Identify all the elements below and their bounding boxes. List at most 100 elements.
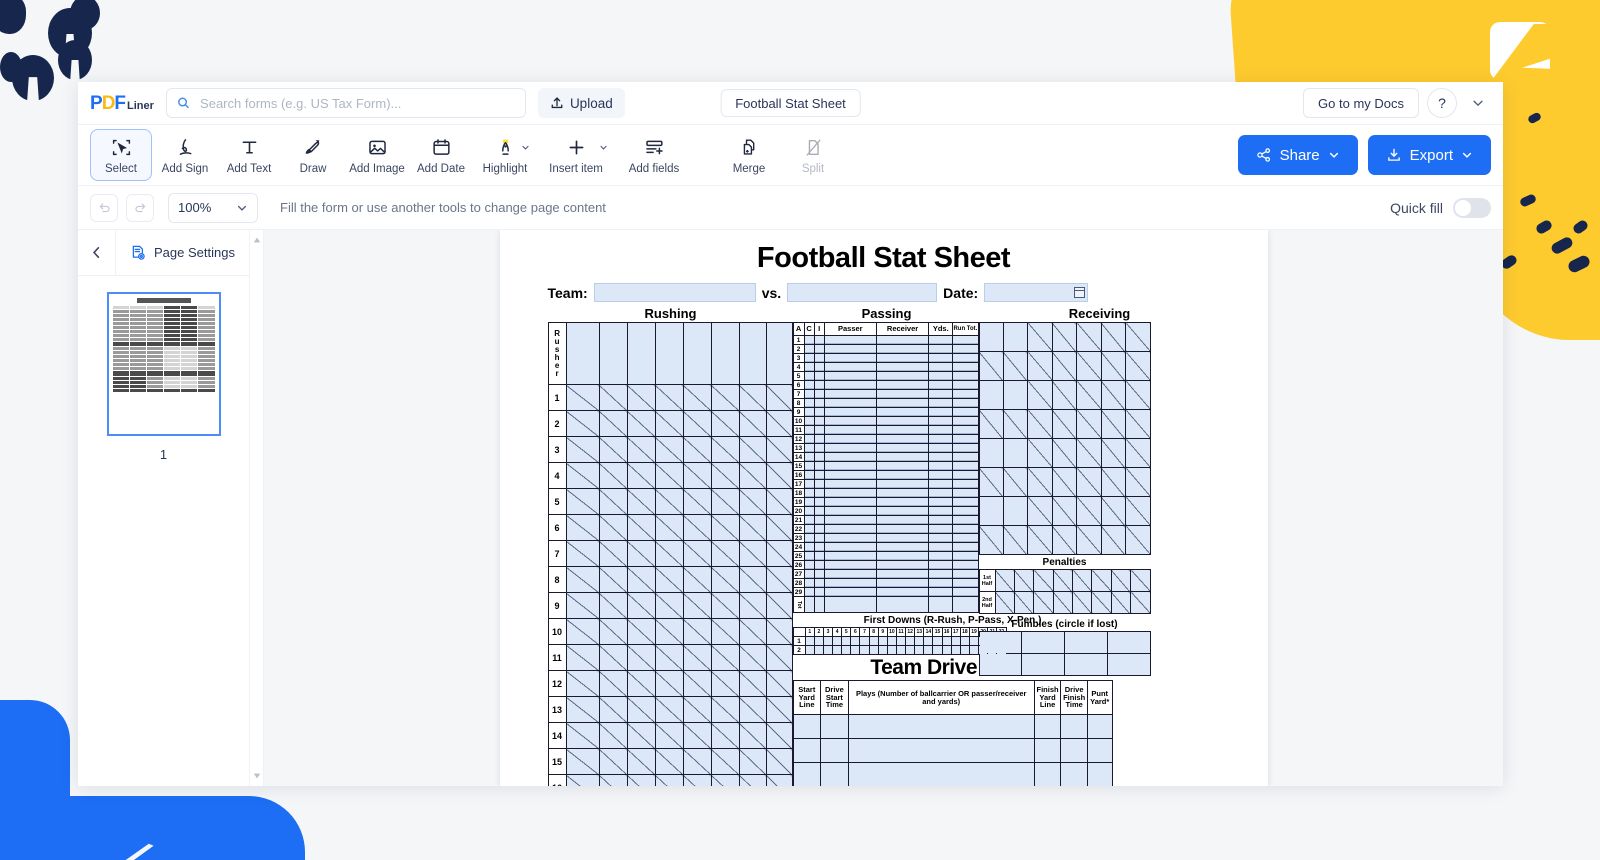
fumbles-cell[interactable]	[1106, 631, 1151, 654]
passing-cell[interactable]	[875, 587, 930, 597]
share-button[interactable]: Share	[1237, 135, 1358, 175]
table-row[interactable]: 1st Half	[978, 569, 1151, 592]
rushing-cell[interactable]	[654, 488, 684, 515]
penalties-cell[interactable]	[1033, 591, 1054, 614]
table-row[interactable]	[978, 438, 1151, 468]
passing-cell[interactable]	[823, 416, 877, 426]
rushing-cell[interactable]	[710, 566, 740, 593]
passing-cell[interactable]	[803, 587, 815, 597]
rushing-cell[interactable]	[654, 774, 684, 786]
rushing-cell[interactable]	[738, 384, 767, 411]
passing-cell[interactable]	[823, 506, 877, 516]
passing-cell[interactable]	[875, 380, 930, 390]
rushing-cell[interactable]	[710, 436, 740, 463]
rushing-cell[interactable]	[654, 644, 684, 671]
drive-chart-cell[interactable]	[1033, 762, 1062, 786]
receiving-cell[interactable]	[978, 322, 1004, 352]
rushing-header-cell[interactable]	[654, 322, 684, 385]
passing-cell[interactable]	[952, 335, 979, 345]
table-row[interactable]: 3	[547, 436, 793, 463]
receiving-cell[interactable]	[1100, 496, 1127, 526]
first-downs-cell[interactable]	[959, 645, 970, 655]
passing-cell[interactable]	[823, 533, 877, 543]
passing-cell[interactable]	[803, 434, 815, 444]
passing-cell[interactable]	[813, 560, 825, 570]
receiving-cell[interactable]	[1100, 409, 1127, 439]
table-row[interactable]: 26	[792, 560, 979, 570]
table-row[interactable]: 8	[792, 398, 979, 408]
passing-cell[interactable]	[928, 434, 954, 444]
receiving-cell[interactable]	[978, 496, 1004, 526]
passing-cell[interactable]	[928, 470, 954, 480]
receiving-cell[interactable]	[1076, 467, 1102, 497]
rushing-header-cell[interactable]	[738, 322, 767, 385]
penalties-cell[interactable]	[1130, 569, 1151, 592]
passing-cell[interactable]	[875, 578, 930, 588]
table-row[interactable]	[978, 409, 1151, 439]
passing-cell[interactable]	[823, 398, 877, 408]
passing-cell[interactable]	[875, 353, 930, 363]
passing-cell[interactable]	[875, 335, 930, 345]
receiving-cell[interactable]	[1002, 380, 1029, 410]
rushing-cell[interactable]	[738, 618, 767, 645]
rushing-cell[interactable]	[565, 592, 600, 619]
rushing-cell[interactable]	[710, 384, 740, 411]
passing-cell[interactable]	[823, 344, 877, 354]
rushing-cell[interactable]	[682, 436, 712, 463]
drive-chart-cell[interactable]	[820, 762, 849, 786]
passing-cell[interactable]	[875, 425, 930, 435]
passing-cell[interactable]	[928, 398, 954, 408]
passing-cell[interactable]	[875, 416, 930, 426]
passing-cell[interactable]	[803, 488, 815, 498]
passing-cell[interactable]	[803, 569, 815, 579]
passing-cell[interactable]	[928, 551, 954, 561]
penalties-cell[interactable]	[1033, 569, 1054, 592]
rushing-cell[interactable]	[565, 618, 600, 645]
rushing-cell[interactable]	[738, 670, 767, 697]
passing-cell[interactable]	[823, 335, 877, 345]
receiving-cell[interactable]	[1076, 322, 1102, 352]
passing-cell[interactable]	[813, 578, 825, 588]
penalties-cell[interactable]	[1130, 591, 1151, 614]
receiving-cell[interactable]	[1125, 322, 1151, 352]
table-row[interactable]	[978, 631, 1151, 654]
passing-total-cell[interactable]	[875, 596, 930, 613]
table-row[interactable]: 4	[792, 362, 979, 372]
rushing-cell[interactable]	[682, 696, 712, 723]
first-downs-cell[interactable]	[868, 645, 879, 655]
passing-cell[interactable]	[952, 470, 979, 480]
first-downs-cell[interactable]	[822, 636, 834, 646]
receiving-cell[interactable]	[1076, 525, 1102, 555]
passing-cell[interactable]	[875, 443, 930, 453]
drive-chart-cell[interactable]	[1086, 714, 1113, 739]
table-row[interactable]: 2	[547, 410, 793, 437]
rushing-cell[interactable]	[738, 514, 767, 541]
passing-cell[interactable]	[813, 587, 825, 597]
passing-total-cell[interactable]	[803, 596, 815, 613]
rushing-cell[interactable]	[765, 384, 793, 411]
rushing-cell[interactable]	[682, 644, 712, 671]
rushing-cell[interactable]	[565, 644, 600, 671]
table-row[interactable]: 4	[547, 462, 793, 489]
rushing-table[interactable]: Rusher 1 2 3 4 5 6 7 8 9 10 11 12 13 14 …	[547, 322, 793, 786]
rushing-cell[interactable]	[598, 436, 628, 463]
rushing-cell[interactable]	[626, 540, 656, 567]
passing-cell[interactable]	[928, 380, 954, 390]
receiving-cell[interactable]	[1027, 322, 1053, 352]
rushing-cell[interactable]	[710, 644, 740, 671]
table-row[interactable]: 14	[547, 722, 793, 749]
rushing-cell[interactable]	[565, 696, 600, 723]
fumbles-cell[interactable]	[1064, 631, 1108, 654]
rushing-cell[interactable]	[765, 488, 793, 515]
rushing-cell[interactable]	[654, 722, 684, 749]
first-downs-cell[interactable]	[832, 636, 843, 646]
first-downs-cell[interactable]	[968, 636, 980, 646]
document-canvas[interactable]: Football Stat Sheet Team: vs. Date: Rush…	[264, 230, 1503, 786]
table-row[interactable]: 7	[792, 389, 979, 399]
passing-cell[interactable]	[952, 533, 979, 543]
passing-cell[interactable]	[813, 569, 825, 579]
passing-cell[interactable]	[875, 434, 930, 444]
fumbles-cell[interactable]	[978, 653, 1023, 676]
passing-cell[interactable]	[813, 551, 825, 561]
receiving-cell[interactable]	[1076, 496, 1102, 526]
